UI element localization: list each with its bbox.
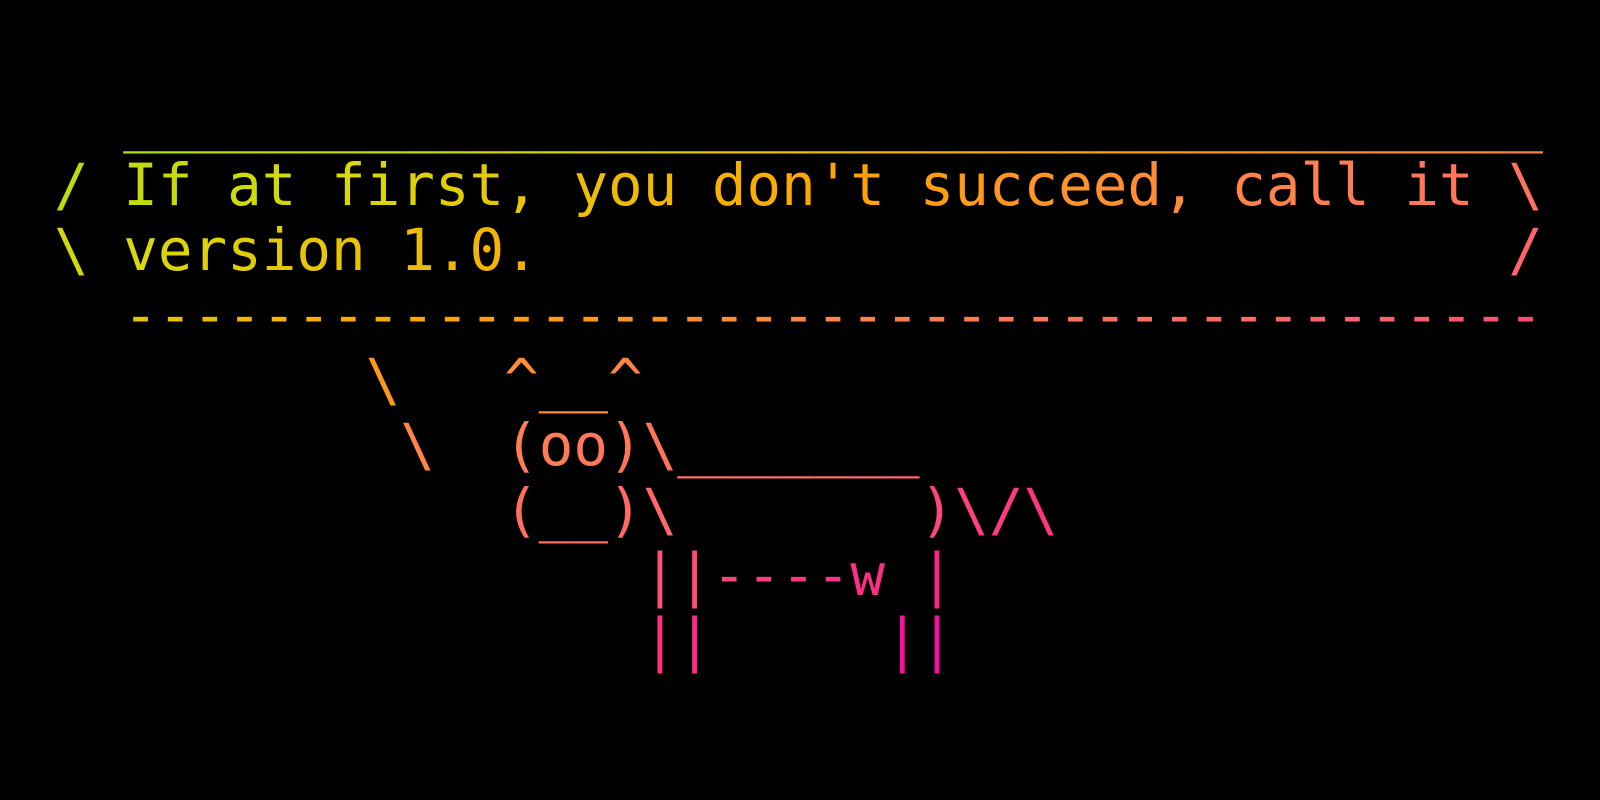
cow-ears-line: \ ^__^ — [365, 347, 643, 414]
cow-legs-upper-line: ||----w | — [642, 542, 955, 609]
speech-bubble-line-2: \ version 1.0. / — [54, 217, 1543, 284]
speech-bubble-bottom-border: ----------------------------------------… — [123, 282, 1543, 349]
terminal-window: ________________________________________… — [0, 0, 1600, 800]
cow-body-line: (__)\ )\/\ — [504, 477, 1059, 544]
cow-eyes-line: \ (oo)\_______ — [400, 412, 920, 479]
speech-bubble-top-border: ________________________________________… — [123, 87, 1543, 154]
speech-bubble-line-1: / If at first, you don't succeed, call i… — [54, 152, 1543, 219]
cowsay-ascii-art: ________________________________________… — [54, 88, 1543, 673]
cow-legs-lower-line: || || — [642, 607, 955, 674]
